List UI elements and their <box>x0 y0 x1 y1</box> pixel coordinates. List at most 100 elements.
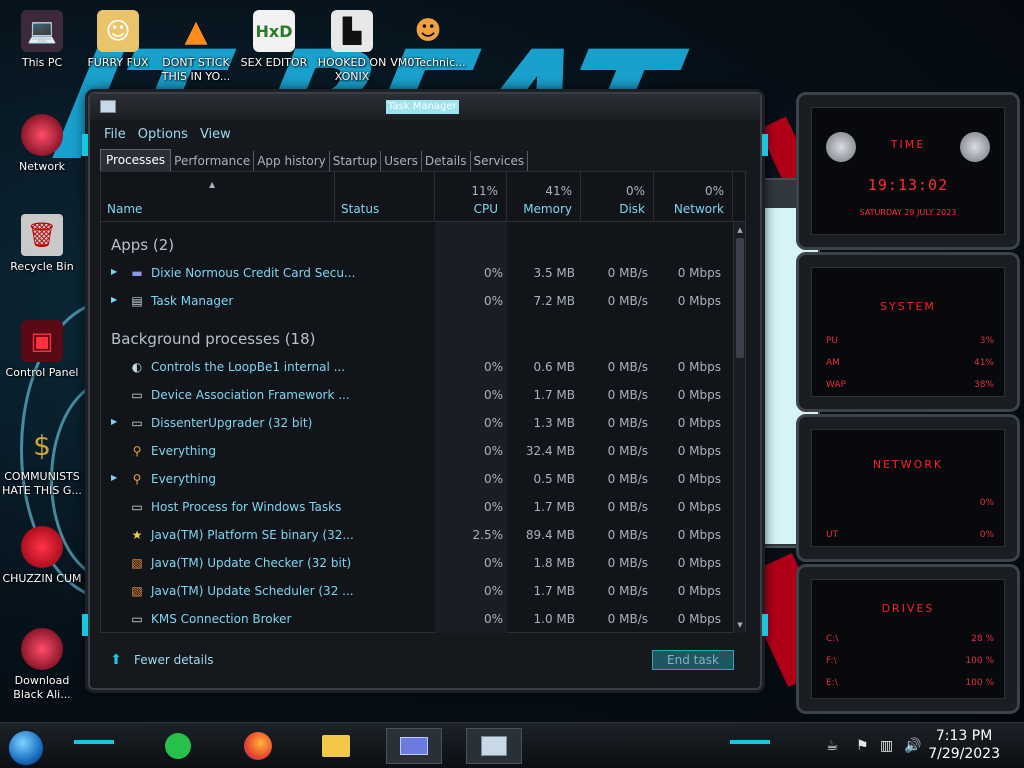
process-row[interactable]: ▭ KMS Connection Broker 0% 1.0 MB 0 MB/s 0 Mb… <box>101 605 733 633</box>
menu-file[interactable]: File <box>100 125 130 145</box>
window-frame-accent <box>762 134 768 156</box>
system-gadget[interactable]: SYSTEM PU 3% AM 41% WAP 38% <box>796 252 1020 412</box>
desktop-icon-hooked-on-xonix[interactable]: ▙ HOOKED ON XONIX <box>310 10 394 84</box>
task-manager-window[interactable]: Task Manager File Options View Processes… <box>82 92 768 690</box>
desktop-icon-chuzzin[interactable]: CHUZZIN CUM <box>0 526 84 586</box>
desktop-icon-sex-editor[interactable]: HxD SEX EDITOR <box>232 10 316 70</box>
tab-services[interactable]: Services <box>471 151 529 171</box>
process-row[interactable]: ▭ Device Association Framework ... 0% 1.7 M… <box>101 381 733 409</box>
desktop-icon-download-black-alien[interactable]: Download Black Ali... <box>0 628 84 702</box>
process-memory: 1.7 MB <box>533 500 575 514</box>
process-row[interactable]: ▶ ▬ Dixie Normous Credit Card Secu... 0% 3.5… <box>101 259 733 287</box>
processes-panel: ▲ Name Status 11% CPU 41% Memory 0% Disk… <box>100 171 746 633</box>
process-network: 0 Mbps <box>677 472 721 486</box>
disk-total: 0% <box>625 184 645 198</box>
menu-options[interactable]: Options <box>134 125 192 145</box>
end-task-button[interactable]: End task <box>652 650 734 670</box>
scroll-up-icon[interactable]: ▲ <box>735 224 745 236</box>
expand-chevron-icon[interactable]: ▶ <box>111 417 117 426</box>
gadget-title: SYSTEM <box>880 300 936 313</box>
column-memory[interactable]: 41% Memory <box>507 172 581 222</box>
column-name[interactable]: Name <box>101 172 335 222</box>
alien-icon <box>21 628 63 670</box>
process-row[interactable]: ▶ ▭ DissenterUpgrader (32 bit) 0% 1.3 MB 0 MB… <box>101 409 733 437</box>
process-memory: 1.7 MB <box>533 388 575 402</box>
arrow-up-icon: ⬆ <box>110 652 122 668</box>
process-name: Java(TM) Update Scheduler (32 ... <box>151 584 354 598</box>
process-row[interactable]: ▶ ▤ Task Manager 0% 7.2 MB 0 MB/s 0 Mbps <box>101 287 733 315</box>
gadget-clock: 19:13:02 <box>867 176 949 194</box>
taskbar-app-explorer[interactable] <box>314 728 358 764</box>
process-row[interactable]: ★ Java(TM) Platform SE binary (32... 2.5% 8… <box>101 521 733 549</box>
column-header-row: ▲ Name Status 11% CPU 41% Memory 0% Disk… <box>101 172 745 222</box>
desktop-icon-this-pc[interactable]: 💻 This PC <box>0 10 84 70</box>
network-label: UT <box>826 530 839 540</box>
process-row[interactable]: ▧ Java(TM) Update Scheduler (32 ... 0% 1.7 … <box>101 577 733 605</box>
taskbar-app-task-manager[interactable] <box>466 728 522 764</box>
process-disk: 0 MB/s <box>607 500 648 514</box>
fewer-details-label: Fewer details <box>134 653 214 667</box>
desktop-icon-control-panel[interactable]: ▣ Control Panel <box>0 320 84 380</box>
gadget-screen: NETWORK 0% UT 0% <box>811 429 1005 547</box>
desktop-icon-furry-fux[interactable]: ☺ FURRY FUX <box>76 10 160 70</box>
drive-value: 100 % <box>965 656 994 666</box>
column-status[interactable]: Status <box>335 172 435 222</box>
menu-bar: File Options View <box>100 125 235 145</box>
process-row[interactable]: ▶ ⚲ Everything 0% 0.5 MB 0 MB/s 0 Mbps <box>101 465 733 493</box>
process-row[interactable]: ◐ Controls the LoopBe1 internal ... 0% 0.6 … <box>101 353 733 381</box>
gadget-date: SATURDAY 29 JULY 2023 <box>859 208 957 217</box>
tab-details[interactable]: Details <box>422 151 471 171</box>
process-name: Task Manager <box>151 294 234 308</box>
tab-performance[interactable]: Performance <box>171 151 255 171</box>
taskbar-clock[interactable]: 7:13 PM 7/29/2023 <box>928 727 1000 763</box>
network-tray-icon[interactable]: ▥ <box>880 738 893 754</box>
window-frame-accent <box>82 134 88 156</box>
tab-users[interactable]: Users <box>381 151 422 171</box>
title-bar[interactable]: Task Manager <box>90 94 760 120</box>
desktop-icon-recycle-bin[interactable]: 🗑 Recycle Bin <box>0 214 84 274</box>
process-row[interactable]: ▭ Host Process for Windows Tasks 0% 1.7 MB 0… <box>101 493 733 521</box>
start-button[interactable] <box>8 730 44 766</box>
process-row[interactable]: ⚲ Everything 0% 32.4 MB 0 MB/s 0 Mbps <box>101 437 733 465</box>
window-title: Task Manager <box>386 100 459 114</box>
task-manager-app-icon[interactable] <box>100 100 116 113</box>
taskbar-app-credit-card[interactable] <box>386 728 442 764</box>
taskbar-app-chat[interactable] <box>156 728 200 764</box>
process-name: Java(TM) Update Checker (32 bit) <box>151 556 352 570</box>
expand-chevron-icon[interactable]: ▶ <box>111 267 117 276</box>
process-network: 0 Mbps <box>677 294 721 308</box>
process-cpu: 0% <box>483 266 503 280</box>
network-gadget[interactable]: NETWORK 0% UT 0% <box>796 414 1020 562</box>
hxd-icon: HxD <box>253 10 295 52</box>
drive-value: 28 % <box>971 634 994 644</box>
tab-app-history[interactable]: App history <box>254 151 330 171</box>
process-network: 0 Mbps <box>677 360 721 374</box>
desktop-icon-vm0technic[interactable]: ☻ VM0Technic... <box>386 10 470 70</box>
time-gadget[interactable]: TIME 19:13:02 SATURDAY 29 JULY 2023 <box>796 92 1020 250</box>
window-icon: ▭ <box>131 416 143 430</box>
expand-chevron-icon[interactable]: ▶ <box>111 473 117 482</box>
expand-chevron-icon[interactable]: ▶ <box>111 295 117 304</box>
cartoon-icon: ☺ <box>97 10 139 52</box>
desktop-icon-communists[interactable]: $ COMMUNISTS HATE THIS G... <box>0 424 84 498</box>
flag-icon[interactable]: ⚑ <box>856 738 869 754</box>
process-row[interactable]: ▧ Java(TM) Update Checker (32 bit) 0% 1.8 M… <box>101 549 733 577</box>
tab-startup[interactable]: Startup <box>330 151 382 171</box>
fewer-details-button[interactable]: ⬆ Fewer details <box>108 652 214 668</box>
desktop-icon-dont-stick[interactable]: ▲ DONT STICK THIS IN YO... <box>154 10 238 84</box>
window-icon: ▭ <box>131 388 143 402</box>
taskbar-app-firefox[interactable] <box>236 728 280 764</box>
java-tray-icon[interactable]: ☕ <box>826 738 839 754</box>
drives-gadget[interactable]: DRIVES C:\ 28 % F:\ 100 % E:\ 100 % <box>796 564 1020 714</box>
menu-view[interactable]: View <box>196 125 235 145</box>
vertical-scrollbar[interactable]: ▲ ▼ <box>733 222 745 633</box>
tab-processes[interactable]: Processes <box>100 149 172 171</box>
system-label: WAP <box>826 380 846 390</box>
column-disk[interactable]: 0% Disk <box>581 172 654 222</box>
column-network[interactable]: 0% Network <box>654 172 733 222</box>
desktop-icon-network[interactable]: Network <box>0 114 84 174</box>
column-cpu[interactable]: 11% CPU <box>435 172 507 222</box>
volume-icon[interactable]: 🔊 <box>904 738 921 754</box>
scroll-down-icon[interactable]: ▼ <box>735 619 745 631</box>
scroll-thumb[interactable] <box>736 238 744 358</box>
